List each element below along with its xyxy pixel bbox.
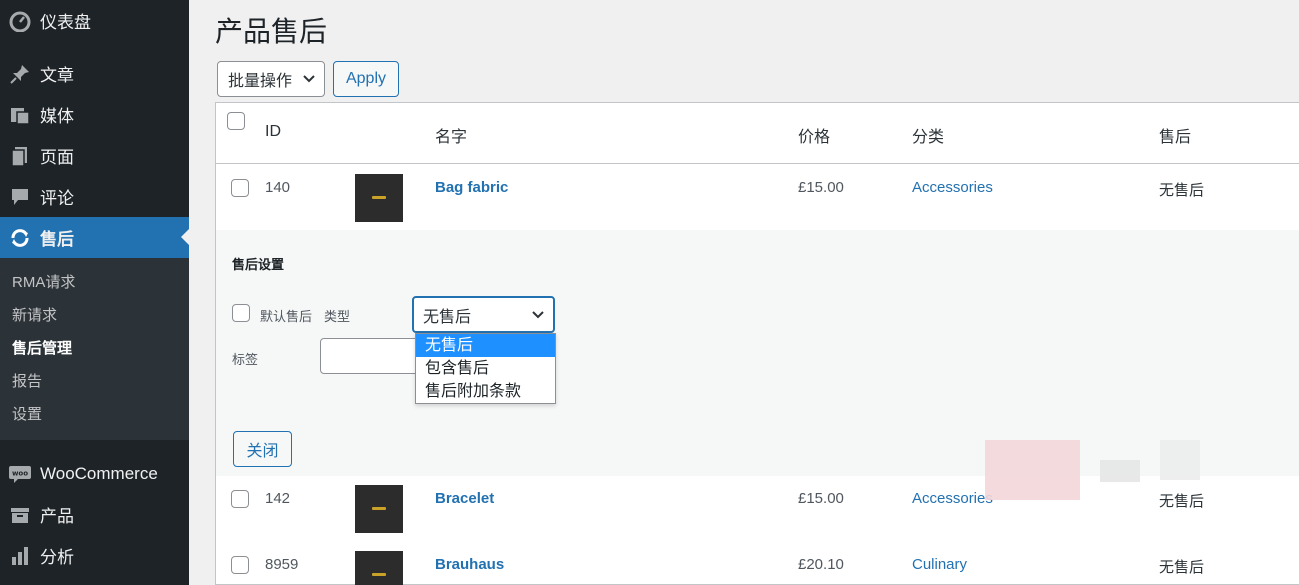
product-category-link[interactable]: Accessories [912,490,993,507]
tag-input[interactable] [320,338,420,374]
product-price: £20.10 [798,556,844,573]
select-all-checkbox[interactable] [227,112,245,130]
type-label: 类型 [324,309,351,324]
product-name-link[interactable]: Bracelet [435,490,494,507]
product-category-link[interactable]: Culinary [912,556,967,573]
apply-button[interactable]: Apply [333,61,399,97]
sidebar-item-products[interactable]: 产品 [0,494,189,535]
row-checkbox[interactable] [231,556,249,574]
product-id: 142 [265,490,291,507]
current-menu-arrow [181,229,189,245]
product-category-link[interactable]: Accessories [912,179,993,196]
column-aftersale-header[interactable]: 售后 [1159,123,1191,147]
product-id: 140 [265,179,291,196]
aftersale-submenu: RMA请求 新请求 售后管理 报告 设置 [0,258,189,440]
sidebar-item-posts[interactable]: 文章 [0,53,189,94]
bulk-action-select[interactable]: 批量操作 [217,61,325,97]
bar-chart-icon [0,545,40,567]
product-price: £15.00 [798,490,844,507]
admin-sidebar: 仪表盘 文章 媒体 页面 评论 售后 RMA请求 新请求 售后管理 报告 设置 … [0,0,189,585]
media-icon [0,104,40,126]
woocommerce-icon: woo [0,464,40,484]
svg-text:woo: woo [12,469,28,477]
settings-title: 售后设置 [232,257,285,272]
default-aftersale-checkbox[interactable] [232,304,250,322]
column-id-header[interactable]: ID [265,123,281,141]
dropdown-option-extra-terms[interactable]: 售后附加条款 [416,380,555,403]
default-aftersale-label: 默认售后 [260,309,313,324]
chevron-down-icon [531,307,545,326]
column-name-header[interactable]: 名字 [435,123,467,147]
table-header: ID 名字 价格 分类 售后 [216,103,1299,164]
product-price: £15.00 [798,179,844,196]
sidebar-item-media[interactable]: 媒体 [0,94,189,135]
comment-icon [0,186,40,208]
sidebar-item-dashboard[interactable]: 仪表盘 [0,0,189,41]
aftersale-value: 无售后 [1159,559,1205,576]
product-thumbnail[interactable] [355,551,403,585]
watermark-overlay [985,440,1080,500]
archive-icon [0,504,40,526]
table-row: 8959 Brauhaus £20.10 Culinary 无售后 [216,542,1299,585]
column-price-header[interactable]: 价格 [798,123,830,147]
product-thumbnail[interactable] [355,485,403,533]
watermark-overlay [1160,440,1200,480]
chevron-down-icon [302,71,316,90]
product-thumbnail[interactable] [355,174,403,222]
products-table: ID 名字 价格 分类 售后 140 Bag fabric £15.00 Acc… [215,102,1299,585]
table-row: 142 Bracelet £15.00 Accessories 无售后 [216,476,1299,542]
submenu-new-request[interactable]: 新请求 [0,299,189,332]
aftersale-settings-panel: 售后设置 默认售后 类型 标签 无售后 无售后 包含售后 售后附加条款 关闭 [216,230,1299,476]
aftersale-type-select[interactable]: 无售后 [412,296,555,333]
sidebar-item-woocommerce[interactable]: woo WooCommerce [0,453,189,494]
dropdown-option-none[interactable]: 无售后 [416,334,555,357]
watermark-overlay [1100,460,1140,482]
aftersale-value: 无售后 [1159,493,1205,510]
tag-label: 标签 [232,352,259,367]
pin-icon [0,63,40,85]
product-id: 8959 [265,556,299,573]
sidebar-item-pages[interactable]: 页面 [0,135,189,176]
aftersale-type-dropdown: 无售后 包含售后 售后附加条款 [415,333,556,404]
page-icon [0,145,40,167]
dropdown-option-included[interactable]: 包含售后 [416,357,555,380]
submenu-settings[interactable]: 设置 [0,398,189,431]
sidebar-item-aftersale[interactable]: 售后 [0,217,189,258]
submenu-aftersale-management[interactable]: 售后管理 [0,332,189,365]
refresh-icon [0,227,40,249]
page-title: 产品售后 [215,16,328,47]
submenu-reports[interactable]: 报告 [0,365,189,398]
submenu-rma-requests[interactable]: RMA请求 [0,266,189,299]
sidebar-item-comments[interactable]: 评论 [0,176,189,217]
table-row: 140 Bag fabric £15.00 Accessories 无售后 [216,165,1299,230]
dashboard-icon [0,10,40,32]
product-name-link[interactable]: Brauhaus [435,556,504,573]
close-button[interactable]: 关闭 [233,431,292,467]
column-category-header[interactable]: 分类 [912,123,944,147]
sidebar-item-analytics[interactable]: 分析 [0,535,189,576]
row-checkbox[interactable] [231,490,249,508]
product-name-link[interactable]: Bag fabric [435,179,508,196]
aftersale-value: 无售后 [1159,182,1205,199]
row-checkbox[interactable] [231,179,249,197]
